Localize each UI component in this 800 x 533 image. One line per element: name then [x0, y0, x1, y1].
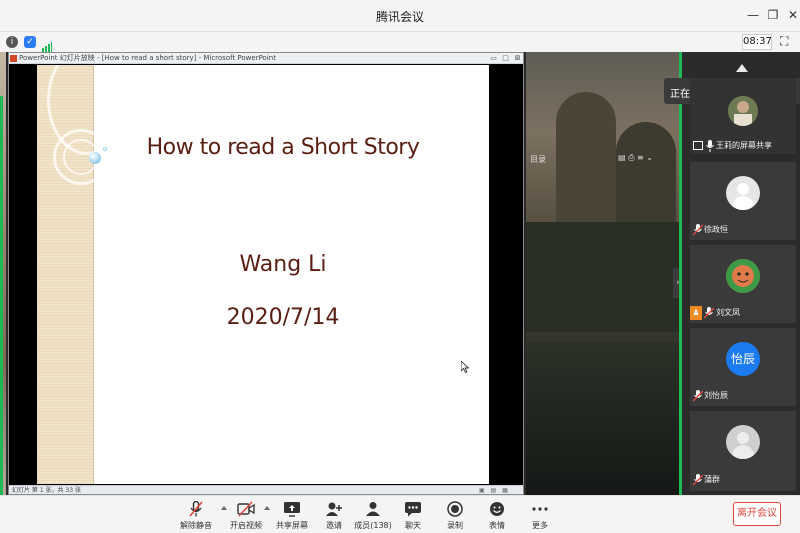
participant-name-row: 刘怡辰 — [690, 389, 796, 403]
shield-icon[interactable]: ✓ — [24, 36, 36, 48]
participant-avatar — [726, 425, 760, 459]
ppt-close-icon[interactable]: ⊠ — [513, 54, 522, 63]
participant-tile[interactable]: ♟ 刘文凤 — [690, 245, 796, 323]
members-button[interactable]: 成员(138) — [352, 498, 394, 532]
mic-icon — [706, 140, 714, 152]
participant-tile[interactable]: 徐政恒 — [690, 162, 796, 240]
ppt-view-icons[interactable]: ▣ ▤ ▦ — [479, 487, 510, 494]
participant-name: 王莉的屏幕共享 — [716, 141, 772, 150]
scroll-up-icon[interactable] — [736, 64, 748, 72]
powerpoint-icon — [10, 55, 17, 62]
mic-muted-icon — [693, 474, 703, 486]
participant-name-row: 徐政恒 — [690, 223, 796, 237]
ppt-window-title: PowerPoint 幻灯片放映 - [How to read a short … — [19, 54, 276, 62]
powerpoint-window: PowerPoint 幻灯片放映 - [How to read a short … — [8, 52, 524, 495]
invite-button[interactable]: 邀请 — [318, 498, 350, 532]
desktop-toolbar-icons: ▤ ⎙ ≡ ⌄ — [618, 153, 653, 162]
host-icon: ♟ — [690, 306, 702, 320]
unmute-button[interactable]: 解除静音 — [176, 498, 216, 532]
ppt-title-bar: PowerPoint 幻灯片放映 - [How to read a short … — [9, 53, 523, 64]
toolbar-label: 聊天 — [405, 521, 421, 530]
ppt-restore-icon[interactable]: □ — [501, 54, 510, 63]
window-title: 腾讯会议 — [375, 10, 424, 24]
ppt-minimize-icon[interactable]: ▭ — [489, 54, 498, 63]
share-screen-button[interactable]: 共享屏幕 — [272, 498, 312, 532]
toolbar-label: 录制 — [447, 521, 463, 530]
toolbar-label: 开启视频 — [230, 521, 262, 530]
screen-share-icon — [284, 502, 300, 517]
meeting-timer: 08:37 — [742, 34, 772, 50]
app-window: 腾讯会议 — ❐ ✕ i ✓ 08:37 ⛶ 目录 ▤ ⎙ ≡ ⌄ › Powe… — [0, 0, 800, 533]
share-indicator — [0, 96, 3, 496]
participant-name: 蒲群 — [704, 475, 720, 484]
toolbar-label: 更多 — [532, 521, 548, 530]
mouse-cursor-icon — [461, 361, 469, 373]
chat-icon — [405, 502, 421, 517]
signal-icon[interactable] — [42, 37, 52, 52]
info-icon[interactable]: i — [6, 36, 18, 48]
ppt-status-bar: 幻灯片 第 1 张，共 33 张 ▣ ▤ ▦ — [9, 485, 523, 494]
more-button[interactable]: 更多 — [525, 498, 555, 532]
slide: How to read a Short Story Wang Li 2020/7… — [37, 65, 489, 484]
toolbar-label: 成员(138) — [354, 521, 392, 530]
emoji-icon — [490, 502, 504, 516]
title-bar: 腾讯会议 — ❐ ✕ — [0, 0, 800, 32]
mic-muted-icon — [704, 307, 714, 319]
slide-author: Wang Li — [239, 252, 327, 277]
close-icon[interactable]: ✕ — [784, 6, 800, 24]
participant-tile[interactable]: 蒲群 — [690, 411, 796, 491]
video-options-caret-icon[interactable] — [264, 506, 270, 510]
minimize-icon[interactable]: — — [744, 6, 762, 24]
participant-tile[interactable]: 怡辰 刘怡辰 — [690, 328, 796, 406]
toolbar-label: 表情 — [489, 521, 505, 530]
record-button[interactable]: 录制 — [440, 498, 470, 532]
participant-tile[interactable]: 王莉的屏幕共享 — [690, 78, 796, 154]
slide-counter: 幻灯片 第 1 张，共 33 张 — [12, 487, 81, 494]
restore-icon[interactable]: ❐ — [764, 6, 782, 24]
camera-off-icon — [237, 501, 255, 517]
desktop-label: 目录 — [530, 155, 546, 164]
participant-name: 刘怡辰 — [704, 391, 728, 400]
members-icon — [366, 502, 380, 516]
info-bar: i ✓ 08:37 ⛶ — [0, 32, 800, 52]
participant-name: 刘文凤 — [716, 308, 740, 317]
user-avatar-icon — [726, 176, 760, 210]
mic-muted-icon — [693, 390, 703, 402]
chat-button[interactable]: 聊天 — [398, 498, 428, 532]
participant-text-avatar: 怡辰 — [726, 342, 760, 376]
slide-date: 2020/7/14 — [226, 305, 340, 330]
leave-meeting-button[interactable]: 离开会议 — [733, 502, 781, 526]
participant-name: 徐政恒 — [704, 225, 728, 234]
toolbar-label: 邀请 — [326, 521, 342, 530]
mic-muted-icon — [693, 224, 703, 236]
meeting-toolbar: 解除静音 开启视频 共享屏幕 邀请 成员(138) 聊天 录制 表情 更多 离开… — [0, 495, 800, 533]
participant-avatar — [728, 96, 758, 126]
desktop-wallpaper — [526, 52, 682, 495]
participant-avatar — [726, 259, 760, 293]
shared-screen: 目录 ▤ ⎙ ≡ ⌄ › PowerPoint 幻灯片放映 - [How to … — [0, 52, 683, 496]
screen-share-icon — [693, 141, 703, 150]
fullscreen-icon[interactable]: ⛶ — [780, 34, 788, 49]
invite-icon — [326, 502, 342, 516]
participant-name-row: 王莉的屏幕共享 — [690, 139, 796, 153]
record-icon — [447, 501, 463, 517]
slide-title: How to read a Short Story — [146, 135, 420, 160]
start-video-button[interactable]: 开启视频 — [226, 498, 266, 532]
participant-name-row: 蒲群 — [690, 473, 796, 487]
toolbar-label: 解除静音 — [180, 521, 212, 530]
more-icon — [532, 507, 548, 511]
participant-name-row: ♟ 刘文凤 — [690, 306, 796, 320]
toolbar-label: 共享屏幕 — [276, 521, 308, 530]
mic-muted-icon — [189, 501, 203, 517]
emoji-button[interactable]: 表情 — [482, 498, 512, 532]
